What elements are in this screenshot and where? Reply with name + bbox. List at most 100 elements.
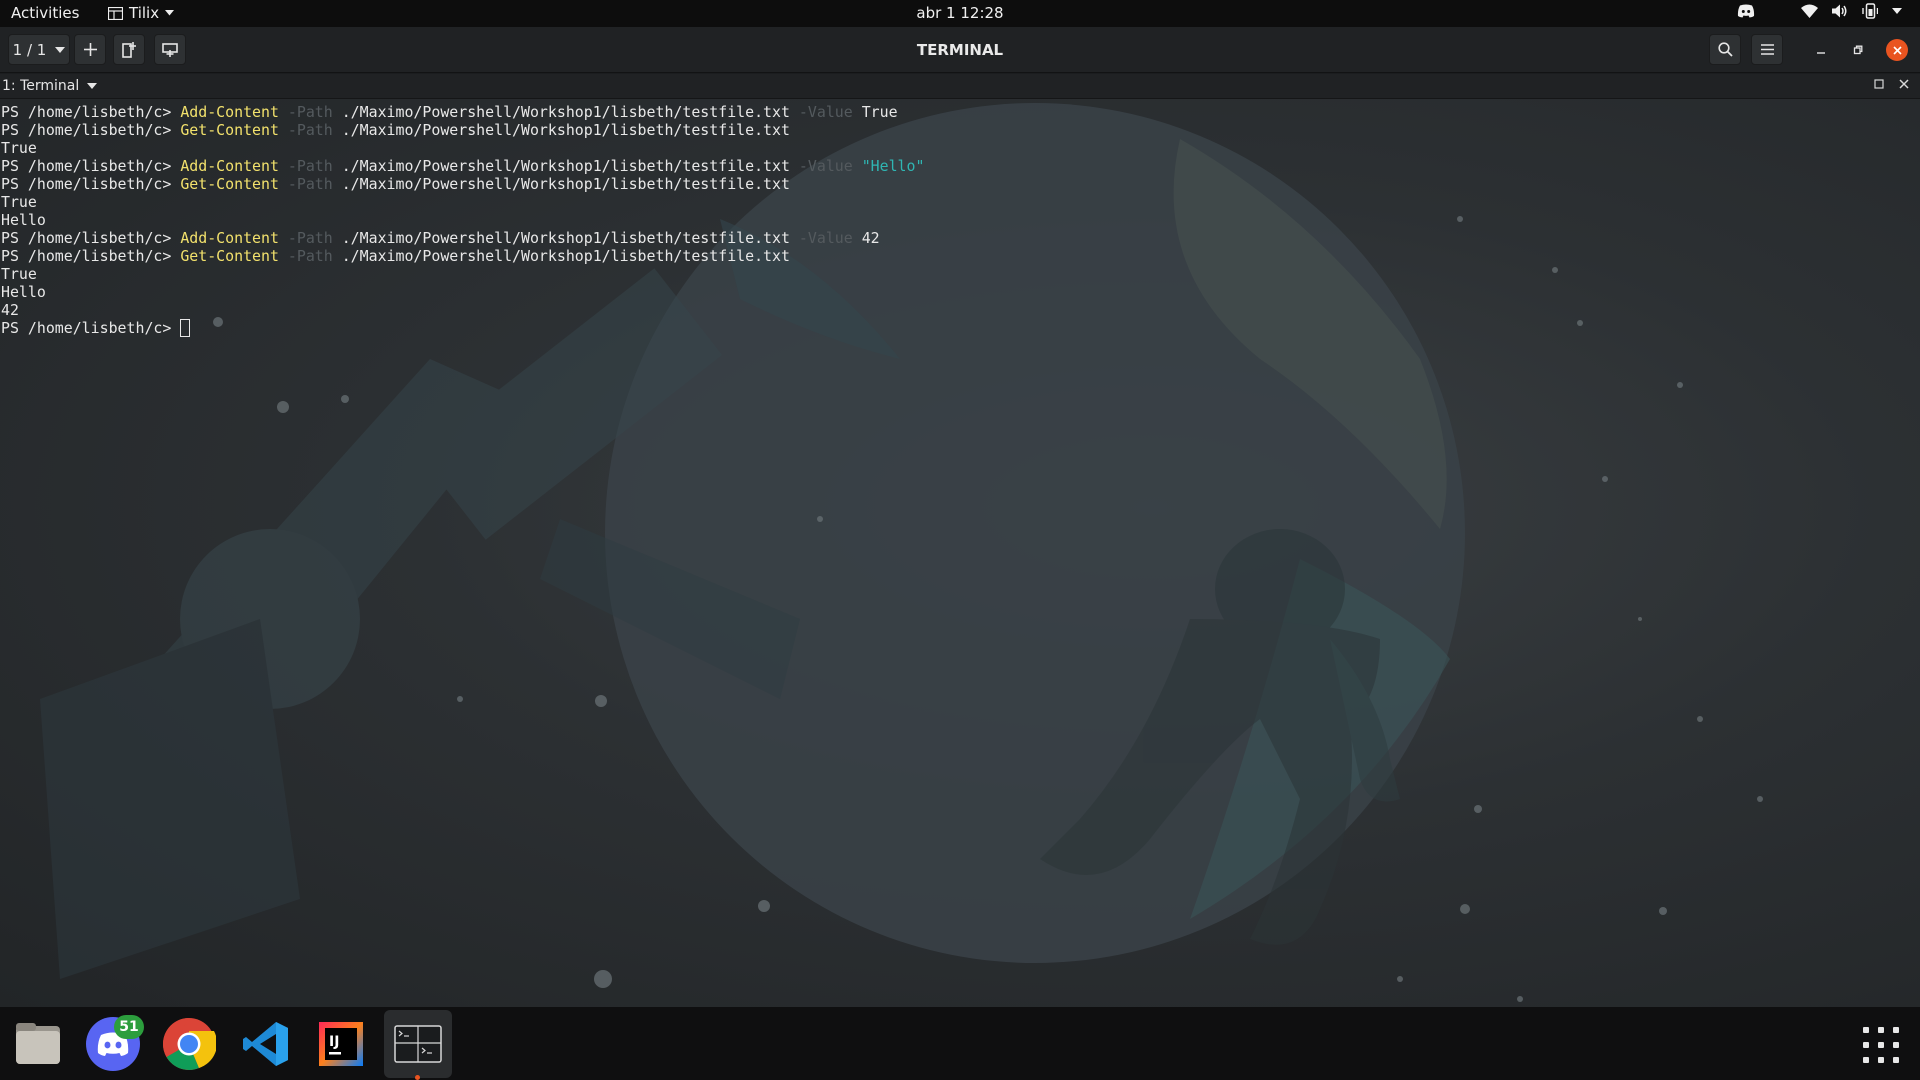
- prompt-text: PS /home/lisbeth/c>: [1, 229, 181, 247]
- wifi-icon[interactable]: [1801, 4, 1818, 18]
- cmdlet-name: Get-Content: [180, 121, 279, 139]
- hamburger-icon: [1760, 44, 1774, 55]
- folder-icon: [16, 1023, 60, 1064]
- prompt-text: PS /home/lisbeth/c>: [1, 175, 181, 193]
- output-text: True: [1, 139, 37, 157]
- battery-phone-icon[interactable]: [1862, 3, 1878, 19]
- terminal-line: PS /home/lisbeth/c> Add-Content -Path ./…: [1, 157, 924, 175]
- hamburger-menu-button[interactable]: [1751, 34, 1783, 65]
- terminal-line: PS /home/lisbeth/c> Get-Content -Path ./…: [1, 247, 924, 265]
- terminal-title-bar: 1: Terminal: [0, 74, 1920, 99]
- terminal-line: PS /home/lisbeth/c> Add-Content -Path ./…: [1, 103, 924, 121]
- chrome-app[interactable]: [161, 1016, 217, 1072]
- split-right-button[interactable]: [113, 34, 145, 65]
- cmdlet-name: Add-Content: [180, 103, 279, 121]
- split-right-icon: [122, 41, 136, 58]
- clock[interactable]: abr 1 12:28: [916, 4, 1003, 22]
- parameter-name: -Value: [798, 103, 853, 121]
- maximize-terminal-icon[interactable]: [1874, 79, 1884, 89]
- output-text: True: [1, 265, 37, 283]
- intellij-icon: IJ: [319, 1022, 363, 1066]
- split-down-button[interactable]: [154, 34, 186, 65]
- close-window-button[interactable]: [1886, 39, 1908, 61]
- session-switcher-button[interactable]: 1 / 1: [8, 34, 70, 65]
- add-session-button[interactable]: [74, 34, 106, 65]
- output-text: Hello: [1, 211, 46, 229]
- tilix-app[interactable]: [384, 1010, 452, 1080]
- parameter-name: -Path: [287, 247, 333, 265]
- terminal-line: True: [1, 139, 924, 157]
- terminal-icon: [394, 1025, 442, 1063]
- path-argument: ./Maximo/Powershell/Workshop1/lisbeth/te…: [341, 229, 790, 247]
- parameter-name: -Path: [287, 121, 333, 139]
- top-bar: Activities Tilix abr 1 12:28: [0, 0, 1920, 27]
- text-cursor: [180, 319, 191, 337]
- output-text: Hello: [1, 283, 46, 301]
- chrome-icon: [163, 1018, 216, 1070]
- window-title: TERMINAL: [916, 41, 1004, 59]
- tilix-app-icon: [108, 6, 123, 20]
- chevron-down-icon: [165, 10, 175, 16]
- volume-icon[interactable]: [1832, 4, 1848, 18]
- show-applications-button[interactable]: [1863, 1027, 1899, 1063]
- value-argument: 42: [861, 229, 880, 247]
- terminal-title-dropdown[interactable]: 1: Terminal: [2, 78, 98, 94]
- parameter-name: -Path: [287, 229, 333, 247]
- discord-tray-icon[interactable]: [1737, 4, 1755, 18]
- app-menu-label: Tilix: [129, 4, 160, 22]
- system-menu-chevron-icon[interactable]: [1892, 8, 1902, 14]
- terminal-line: PS /home/lisbeth/c> Get-Content -Path ./…: [1, 121, 924, 139]
- terminal-line: PS /home/lisbeth/c> Add-Content -Path ./…: [1, 229, 924, 247]
- chevron-down-icon: [55, 46, 66, 53]
- split-down-icon: [162, 42, 178, 57]
- close-terminal-icon[interactable]: [1899, 79, 1909, 89]
- parameter-name: -Path: [287, 157, 333, 175]
- path-argument: ./Maximo/Powershell/Workshop1/lisbeth/te…: [341, 175, 790, 193]
- window-header-bar: 1 / 1 TERMINAL: [0, 27, 1920, 73]
- dock: 51 IJ: [0, 1007, 1920, 1080]
- terminal-line: PS /home/lisbeth/c>: [1, 319, 924, 337]
- cmdlet-name: Get-Content: [180, 175, 279, 193]
- intellij-app[interactable]: IJ: [313, 1016, 369, 1072]
- restore-icon: [1853, 45, 1863, 55]
- prompt-text: PS /home/lisbeth/c>: [1, 247, 181, 265]
- parameter-name: -Path: [287, 175, 333, 193]
- running-indicator: [415, 1075, 420, 1080]
- system-tray[interactable]: [1737, 3, 1902, 19]
- plus-icon: [83, 43, 97, 56]
- restore-button[interactable]: [1843, 35, 1873, 65]
- path-argument: ./Maximo/Powershell/Workshop1/lisbeth/te…: [341, 247, 790, 265]
- minimize-button[interactable]: [1806, 35, 1836, 65]
- terminal-line: True: [1, 193, 924, 211]
- session-label: 1 / 1: [12, 40, 47, 59]
- prompt-text: PS /home/lisbeth/c>: [1, 319, 181, 337]
- intellij-icon-text: IJ: [329, 1034, 339, 1050]
- search-icon: [1717, 42, 1733, 57]
- vscode-icon: [243, 1022, 288, 1066]
- terminal-output: PS /home/lisbeth/c> Add-Content -Path ./…: [1, 103, 924, 337]
- minimize-icon: [1817, 52, 1825, 54]
- activities-button[interactable]: Activities: [11, 4, 79, 22]
- cmdlet-name: Add-Content: [180, 157, 279, 175]
- terminal-line: 42: [1, 301, 924, 319]
- app-menu[interactable]: Tilix: [108, 4, 175, 22]
- find-button[interactable]: [1709, 34, 1741, 65]
- vscode-app[interactable]: [238, 1016, 294, 1072]
- cmdlet-name: Get-Content: [180, 247, 279, 265]
- value-argument: "Hello": [861, 157, 925, 175]
- prompt-text: PS /home/lisbeth/c>: [1, 103, 181, 121]
- terminal-view[interactable]: PS /home/lisbeth/c> Add-Content -Path ./…: [0, 99, 1920, 1007]
- path-argument: ./Maximo/Powershell/Workshop1/lisbeth/te…: [341, 157, 790, 175]
- terminal-line: PS /home/lisbeth/c> Get-Content -Path ./…: [1, 175, 924, 193]
- value-argument: True: [861, 103, 898, 121]
- path-argument: ./Maximo/Powershell/Workshop1/lisbeth/te…: [341, 121, 790, 139]
- close-icon: [1892, 45, 1902, 55]
- files-app[interactable]: [10, 1016, 66, 1072]
- terminal-line: Hello: [1, 283, 924, 301]
- notification-badge: 51: [114, 1015, 144, 1039]
- parameter-name: -Value: [798, 157, 853, 175]
- terminal-title-label: 1: Terminal: [2, 78, 80, 94]
- terminal-line: True: [1, 265, 924, 283]
- prompt-text: PS /home/lisbeth/c>: [1, 157, 181, 175]
- terminal-line: Hello: [1, 211, 924, 229]
